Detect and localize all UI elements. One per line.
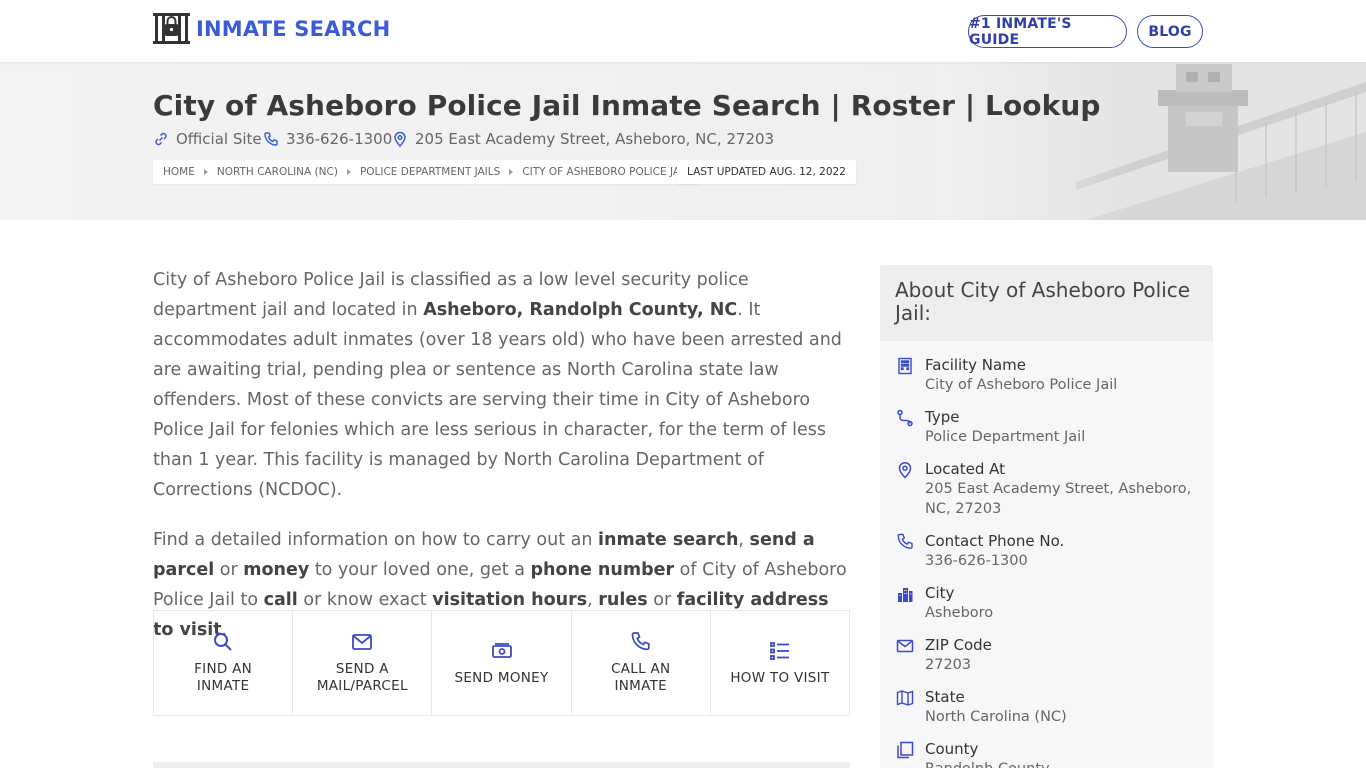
top-navbar: INMATE SEARCH #1 INMATE'S GUIDE BLOG [0,0,1366,62]
hero-banner: City of Asheboro Police Jail Inmate Sear… [0,62,1366,220]
detail-county: County Randolph County [880,739,1213,768]
phone-icon [264,132,278,146]
breadcrumb-home[interactable]: HOME [163,166,195,178]
about-facility-card: About City of Asheboro Police Jail: Faci… [880,265,1213,768]
highlight-visitation-hours: visitation hours [432,590,588,610]
highlight-inmate-search: inmate search [598,530,739,550]
breadcrumb-category[interactable]: POLICE DEPARTMENT JAILS [360,166,500,178]
location-highlight: Asheboro, Randolph County, NC [423,300,738,320]
detail-facility-name: Facility Name City of Asheboro Police Ja… [880,355,1213,395]
page-title: City of Asheboro Police Jail Inmate Sear… [153,89,1101,122]
main-content: City of Asheboro Police Jail is classifi… [153,265,853,645]
how-to-visit-button[interactable]: HOW TO VISIT [711,611,849,715]
detail-city: City Asheboro [880,583,1213,623]
send-money-button[interactable]: SEND MONEY [432,611,572,715]
detail-phone: Contact Phone No. 336-626-1300 [880,531,1213,571]
official-site-link[interactable]: Official Site [153,130,262,148]
breadcrumb-current: CITY OF ASHEBORO POLICE JAIL [522,166,689,178]
send-mail-button[interactable]: SEND A MAIL/PARCEL [293,611,433,715]
call-inmate-button[interactable]: CALL AN INMATE [572,611,711,715]
map-icon [896,690,914,706]
next-section-edge [153,762,850,768]
route-icon [897,409,913,427]
find-inmate-button[interactable]: FIND AN INMATE [154,611,294,715]
breadcrumb: HOME NORTH CAROLINA (NC) POLICE DEPARTME… [153,160,699,184]
jail-lock-icon [153,13,190,44]
breadcrumb-separator-icon [346,169,351,175]
building-icon [898,357,912,375]
intro-paragraph: City of Asheboro Police Jail is classifi… [153,270,842,500]
hero-address: 205 East Academy Street, Asheboro, NC, 2… [392,130,774,148]
logo-text: INMATE SEARCH [196,16,391,41]
city-icon [898,588,913,602]
envelope-icon [896,639,914,653]
list-icon [770,641,789,660]
copy-icon [897,741,914,759]
highlight-call: call [263,590,298,610]
nav-inmates-guide-button[interactable]: #1 INMATE'S GUIDE [968,15,1127,48]
detail-located-at: Located At 205 East Academy Street, Ashe… [880,459,1213,519]
hero-phone-number: 336-626-1300 [286,130,393,148]
breadcrumb-state[interactable]: NORTH CAROLINA (NC) [217,166,338,178]
detail-state: State North Carolina (NC) [880,687,1213,727]
last-updated-badge: LAST UPDATED AUG. 12, 2022 [677,160,856,184]
official-site-label: Official Site [176,130,262,148]
hero-phone[interactable]: 336-626-1300 [263,130,392,148]
search-icon [214,633,232,651]
detail-type: Type Police Department Jail [880,407,1213,447]
about-card-title: About City of Asheboro Police Jail: [880,265,1213,341]
link-icon [155,132,167,146]
highlight-phone-number: phone number [530,560,675,580]
map-pin-icon [394,131,406,147]
mail-icon [352,634,373,650]
nav-blog-button[interactable]: BLOG [1137,15,1203,48]
prison-tower-illustration [936,62,1366,220]
detail-phone-value[interactable]: 336-626-1300 [925,551,1213,571]
phone-icon [897,533,913,549]
hero-address-text: 205 East Academy Street, Asheboro, NC, 2… [415,130,775,148]
money-icon [491,642,512,658]
highlight-money: money [243,560,310,580]
site-logo[interactable]: INMATE SEARCH [153,13,390,44]
breadcrumb-separator-icon [203,169,208,175]
phone-icon [631,632,650,651]
quick-actions-bar: FIND AN INMATE SEND A MAIL/PARCEL SEND M… [153,610,850,716]
breadcrumb-separator-icon [509,169,514,175]
facility-details-list: Facility Name City of Asheboro Police Ja… [880,341,1213,768]
detail-zip: ZIP Code 27203 [880,635,1213,675]
map-pin-icon [898,462,912,479]
highlight-rules: rules [598,590,648,610]
